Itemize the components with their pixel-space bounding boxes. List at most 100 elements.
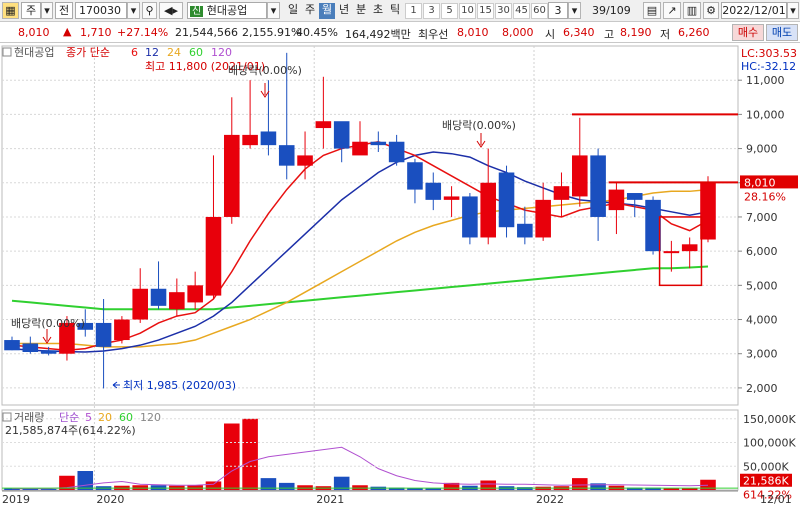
tab-period-4[interactable]: 분 [353, 3, 369, 19]
chart-area[interactable]: 2,0003,0004,0005,0006,0007,0008,0009,000… [0, 43, 800, 511]
interval-button-10[interactable]: 10 [459, 3, 476, 19]
candle [443, 196, 460, 200]
chevron-down-icon[interactable]: ▾ [41, 2, 53, 19]
buy-button[interactable]: 매수 [732, 24, 764, 41]
ytick-label: 4,000 [746, 314, 778, 327]
ask-price: 8,010 [457, 26, 489, 39]
code-input[interactable]: 170030 [75, 2, 127, 19]
name-dropdown-icon[interactable]: ▾ [267, 2, 280, 19]
candle [205, 216, 222, 296]
volume-panel [1, 409, 739, 491]
legend-series: 종가 단순 [66, 46, 110, 59]
interval-button-45[interactable]: 45 [513, 3, 530, 19]
candle [626, 193, 643, 200]
volume-ytick-label: 50,000K [743, 460, 789, 473]
candle [114, 319, 130, 341]
ytick-label: 7,000 [746, 211, 778, 224]
code-dropdown-icon[interactable]: ▾ [127, 2, 140, 19]
volume-percent: 2,155.91% [242, 26, 302, 39]
volume-bar [205, 481, 222, 490]
stock-name: 현대공업 [206, 4, 248, 17]
xtick-label: 2021 [316, 493, 344, 506]
volume-bar [40, 489, 57, 490]
tab-stock[interactable]: 주 [21, 2, 41, 19]
legend-ma-12: 12 [145, 46, 159, 59]
chart-scale-icon[interactable]: ▥ [683, 2, 701, 19]
history-icon[interactable]: ◀▸ [159, 2, 183, 19]
ytick-label: 6,000 [746, 245, 778, 258]
candle [4, 340, 20, 351]
volume-legend: 거래량 [14, 411, 44, 424]
gear-icon[interactable]: ⚙ [703, 2, 719, 19]
volume-bar [77, 471, 94, 490]
candle [187, 285, 203, 303]
candle [553, 186, 570, 200]
market-badge: 신 [190, 6, 204, 17]
ytick-label: 10,000 [746, 108, 785, 121]
xtick-label: 2020 [96, 493, 124, 506]
ytick-label: 5,000 [746, 279, 778, 292]
annotation-dividend: 배당락(0.00%) [11, 317, 85, 330]
low-label: 저 [660, 28, 671, 41]
grid-icon[interactable]: ▦ [2, 2, 19, 19]
date-field[interactable]: 2022/12/01 [721, 2, 787, 19]
tab-period-5[interactable]: 초 [370, 3, 386, 19]
chart-settings-icon[interactable]: ▤ [643, 2, 661, 19]
tab-period-6[interactable]: 틱 [387, 3, 403, 19]
candle [388, 141, 405, 163]
candle [370, 141, 387, 146]
candle [95, 322, 112, 347]
price-change: 1,710 [80, 26, 112, 39]
interval-dropdown-icon[interactable]: ▾ [568, 2, 581, 19]
annotation-hc: HC:-32.12 [741, 60, 796, 73]
interval-button-15[interactable]: 15 [477, 3, 494, 19]
tab-period-1[interactable]: 주 [302, 3, 318, 19]
volume-legend-ma-120: 120 [140, 411, 161, 424]
interval-button-30[interactable]: 30 [495, 3, 512, 19]
volume-bar [224, 423, 240, 490]
toolbar: ▦ 주 ▾ 전 170030 ▾ ⚲ ◀▸ 신 현대공업 ▾ 일주월년분초틱 1… [0, 0, 800, 22]
volume-bar [425, 488, 442, 490]
change-percent: +27.14% [117, 26, 169, 39]
candle [608, 189, 625, 211]
quote-row: 8,010 ▲ 1,710 +27.14% 21,544,566 2,155.9… [0, 22, 800, 43]
volume-legend-series: 단순 [59, 411, 79, 424]
low-price: 6,260 [678, 26, 710, 39]
volume-legend-ma-20: 20 [98, 411, 112, 424]
interval-button-1[interactable]: 1 [405, 3, 422, 19]
candle [663, 251, 680, 254]
candle [498, 172, 515, 228]
volume-bar [278, 482, 295, 490]
stock-name-field[interactable]: 신 현대공업 [187, 2, 267, 19]
high-price: 8,190 [620, 26, 652, 39]
ask-label: 최우선 [418, 28, 449, 41]
legend-ma-6: 6 [131, 46, 138, 59]
current-price: 8,010 [18, 26, 50, 39]
chart-compare-icon[interactable]: ↗ [663, 2, 681, 19]
interval-button-3[interactable]: 3 [423, 3, 440, 19]
candle [590, 155, 606, 217]
candle [425, 182, 442, 200]
calendar-icon[interactable]: ▾ [787, 2, 799, 19]
candle [535, 199, 551, 238]
price-tag-percent: 28.16% [744, 190, 786, 203]
candle [150, 288, 167, 306]
candle [352, 141, 368, 156]
tab-prev[interactable]: 전 [55, 2, 73, 19]
annotation-lc: LC:303.53 [741, 47, 797, 60]
candle [278, 145, 295, 166]
interval-button-60[interactable]: 60 [531, 3, 548, 19]
candle [681, 244, 698, 252]
search-icon[interactable]: ⚲ [142, 2, 157, 19]
interval-button-5[interactable]: 5 [441, 3, 458, 19]
ytick-label: 3,000 [746, 348, 778, 361]
tab-period-2[interactable]: 월 [319, 3, 335, 19]
annotation-dividend: 배당락(0.00%) [228, 64, 302, 77]
volume: 21,544,566 [175, 26, 238, 39]
sell-button[interactable]: 매도 [766, 24, 798, 41]
tab-period-0[interactable]: 일 [285, 3, 301, 19]
volume-ytick-label: 100,000K [743, 437, 796, 450]
tab-period-3[interactable]: 년 [336, 3, 352, 19]
interval-input[interactable]: 3 [548, 2, 568, 19]
candle [645, 199, 661, 252]
